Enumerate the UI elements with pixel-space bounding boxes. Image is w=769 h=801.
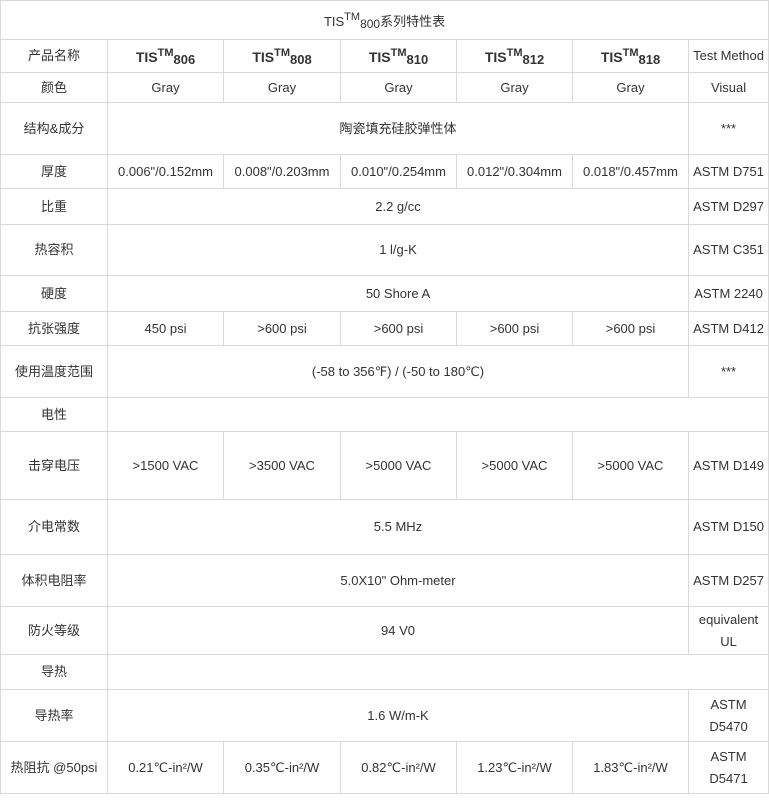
row-label: 导热率 [0,689,108,742]
product-header: TISTM806 [107,39,224,73]
cell-value: 0.010"/0.254mm [340,154,457,189]
section-spacer [106,654,769,690]
test-method: *** [687,345,769,398]
cell-value: >5000 VAC [572,431,689,500]
cell-value: 0.018"/0.457mm [572,154,689,189]
test-method-line: equivalent [698,611,759,627]
cell-value: 0.006"/0.152mm [107,154,224,189]
row-label: 击穿电压 [0,431,108,500]
cell-value: >600 psi [572,311,689,346]
cell-value: >1500 VAC [107,431,224,500]
table-row: 防火等级 94 V0 equivalent UL [0,606,769,655]
cell-value: >3500 VAC [223,431,341,500]
row-label: 体积电阻率 [0,554,108,607]
cell-value: 0.35℃-in²/W [223,741,341,794]
row-label: 结构&成分 [0,102,108,155]
cell-value: 1.6 W/m-K [107,689,689,742]
cell-value: 0.012"/0.304mm [456,154,573,189]
row-label: 比重 [0,188,108,225]
test-method-line: D5471 [709,770,748,786]
test-method: ASTM C351 [687,224,769,276]
cell-value: 0.008"/0.203mm [223,154,341,189]
section-label: 电性 [0,397,108,432]
test-method: ASTM D149 [687,431,769,500]
cell-value: 0.21℃-in²/W [107,741,224,794]
test-method: ASTM D751 [687,154,769,189]
test-method-line: ASTM [710,696,747,712]
cell-value: 1 l/g-K [107,224,689,276]
table-row: 颜色 Gray Gray Gray Gray Gray Visual [0,72,769,103]
table-row: 抗张强度 450 psi >600 psi >600 psi >600 psi … [0,311,769,346]
test-method: equivalent UL [687,606,769,655]
cell-value: 1.83℃-in²/W [572,741,689,794]
cell-value: 5.5 MHz [107,499,689,555]
cell-value: 94 V0 [107,606,689,655]
row-label: 厚度 [0,154,108,189]
row-label: 热阻抗 @50psi [0,741,108,794]
cell-value: Gray [340,72,457,103]
cell-value: Gray [107,72,224,103]
cell-value: 50 Shore A [107,275,689,312]
test-method: ASTM 2240 [687,275,769,312]
test-method: *** [687,102,769,155]
cell-value: 0.82℃-in²/W [340,741,457,794]
test-method: ASTM D5470 [687,689,769,742]
table-title: TISTM800系列特性表 [0,0,769,40]
cell-value: 5.0X10" Ohm-meter [107,554,689,607]
cell-value: (-58 to 356℉) / (-50 to 180℃) [107,345,689,398]
row-label: 防火等级 [0,606,108,655]
table-row: 比重 2.2 g/cc ASTM D297 [0,188,769,225]
row-label: 介电常数 [0,499,108,555]
cell-value: 450 psi [107,311,224,346]
table-row: 热容积 1 l/g-K ASTM C351 [0,224,769,276]
table-row: 结构&成分 陶瓷填充硅胶弹性体 *** [0,102,769,155]
section-row: 导热 [0,654,769,690]
cell-value: 1.23℃-in²/W [456,741,573,794]
test-method-line: UL [720,633,737,649]
test-method: ASTM D150 [687,499,769,555]
cell-value: >5000 VAC [456,431,573,500]
test-method-line: D5470 [709,718,748,734]
test-method-header: Test Method [687,39,769,73]
row-label: 抗张强度 [0,311,108,346]
product-header: TISTM812 [456,39,573,73]
section-row: 电性 [0,397,769,432]
section-spacer [106,397,769,432]
row-label: 使用温度范围 [0,345,108,398]
header-row: 产品名称 TISTM806 TISTM808 TISTM810 TISTM812… [0,39,769,73]
section-label: 导热 [0,654,108,690]
cell-value: >600 psi [340,311,457,346]
title-row: TISTM800系列特性表 [0,0,769,40]
test-method: ASTM D297 [687,188,769,225]
cell-value: Gray [223,72,341,103]
table-row: 介电常数 5.5 MHz ASTM D150 [0,499,769,555]
header-label: 产品名称 [0,39,108,73]
table-row: 使用温度范围 (-58 to 356℉) / (-50 to 180℃) *** [0,345,769,398]
table-row: 导热率 1.6 W/m-K ASTM D5470 [0,689,769,742]
cell-value: Gray [572,72,689,103]
row-label: 热容积 [0,224,108,276]
product-header: TISTM808 [223,39,341,73]
test-method: Visual [687,72,769,103]
table-row: 厚度 0.006"/0.152mm 0.008"/0.203mm 0.010"/… [0,154,769,189]
cell-value: 2.2 g/cc [107,188,689,225]
test-method: ASTM D412 [687,311,769,346]
product-header: TISTM818 [572,39,689,73]
properties-table: TISTM800系列特性表 产品名称 TISTM806 TISTM808 TIS… [0,0,769,794]
table-row: 硬度 50 Shore A ASTM 2240 [0,275,769,312]
cell-value: Gray [456,72,573,103]
table-row: 体积电阻率 5.0X10" Ohm-meter ASTM D257 [0,554,769,607]
test-method: ASTM D5471 [687,741,769,794]
cell-value: 陶瓷填充硅胶弹性体 [107,102,689,155]
test-method-line: ASTM [710,748,747,764]
cell-value: >600 psi [456,311,573,346]
table-row: 热阻抗 @50psi 0.21℃-in²/W 0.35℃-in²/W 0.82℃… [0,741,769,794]
table-row: 击穿电压 >1500 VAC >3500 VAC >5000 VAC >5000… [0,431,769,500]
cell-value: >5000 VAC [340,431,457,500]
row-label: 硬度 [0,275,108,312]
product-header: TISTM810 [340,39,457,73]
test-method: ASTM D257 [687,554,769,607]
row-label: 颜色 [0,72,108,103]
cell-value: >600 psi [223,311,341,346]
